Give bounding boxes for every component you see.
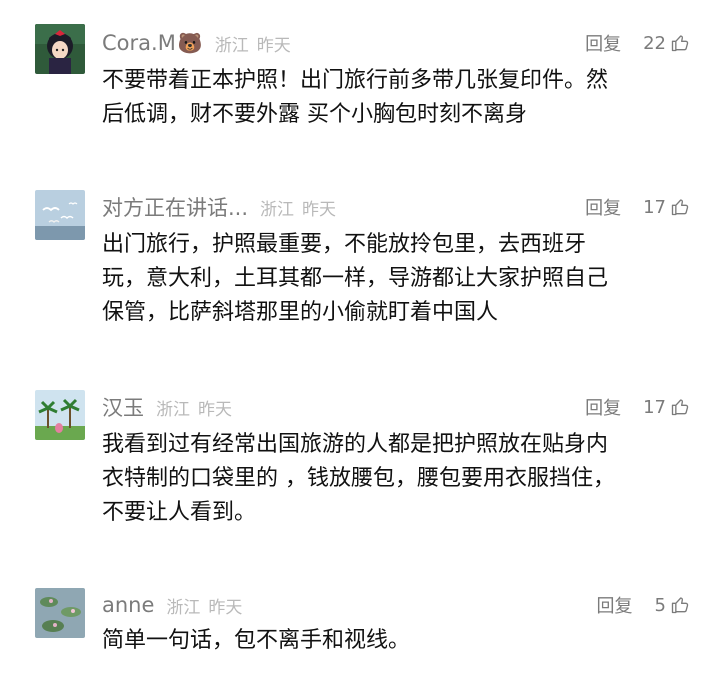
comment-line: 保管，比萨斜塔那里的小偷就盯着中国人 [102,300,499,325]
username[interactable]: anne [102,593,154,617]
comment-header: 汉玉 浙江 昨天 回复 17 [102,392,690,422]
reply-button[interactable]: 回复 [585,30,621,56]
comment-header: Cora.M 🐻 浙江 昨天 回复 22 [102,28,690,58]
timestamp: 昨天 [256,35,291,56]
avatar[interactable] [35,588,85,638]
comment-line: 我看到过有经常出国旅游的人都是把护照放在贴身内 [102,432,609,457]
location: 浙江 [166,597,201,618]
location: 浙江 [156,399,190,420]
comment-actions: 回复 5 [597,590,690,620]
comment-actions: 回复 22 [585,28,690,58]
comment-line: 衣特制的口袋里的 ，钱放腰包，腰包要用衣服挡住， [102,466,615,491]
anime-girl-avatar-icon [35,24,85,74]
like-count: 5 [654,594,666,616]
username[interactable]: 汉玉 [102,392,144,422]
comment-line: 玩，意大利，土耳其都一样，导游都让大家护照自己 [102,266,609,291]
username[interactable]: Cora.M [102,31,176,55]
comment-header: 对方正在讲话... 浙江 昨天 回复 17 [102,192,690,222]
reply-button[interactable]: 回复 [597,592,633,618]
username[interactable]: 对方正在讲话... [102,192,248,222]
timestamp: 昨天 [198,399,232,420]
seagulls-sky-avatar-icon [35,190,85,240]
reply-button[interactable]: 回复 [585,394,621,420]
comment-actions: 回复 17 [585,392,690,422]
reply-button[interactable]: 回复 [585,194,621,220]
comment-body: 我看到过有经常出国旅游的人都是把护照放在贴身内 衣特制的口袋里的 ，钱放腰包，腰… [102,428,702,530]
comment-line: 后低调，财不要外露 买个小胸包时刻不离身 [102,102,527,127]
thumbs-up-icon[interactable] [670,33,690,53]
thumbs-up-icon[interactable] [670,197,690,217]
comment-body: 不要带着正本护照！出门旅行前多带几张复印件。然 后低调，财不要外露 买个小胸包时… [102,64,702,132]
comment-body: 简单一句话，包不离手和视线。 [102,624,702,658]
comment-line: 不要让人看到。 [102,500,257,525]
comment-body: 出门旅行，护照最重要，不能放拎包里，去西班牙 玩，意大利，土耳其都一样，导游都让… [102,228,702,330]
location: 浙江 [260,199,295,220]
like-count: 17 [643,196,666,218]
timestamp: 昨天 [302,199,337,220]
comment-line: 不要带着正本护照！出门旅行前多带几张复印件。然 [102,68,609,93]
like-count: 17 [643,396,666,418]
timestamp: 昨天 [208,597,243,618]
palm-trees-avatar-icon [35,390,85,440]
thumbs-up-icon[interactable] [670,397,690,417]
avatar[interactable] [35,390,85,440]
thumbs-up-icon[interactable] [670,595,690,615]
avatar[interactable] [35,24,85,74]
water-lilies-avatar-icon [35,588,85,638]
like-count: 22 [643,32,666,54]
location: 浙江 [214,35,249,56]
avatar[interactable] [35,190,85,240]
comment-header: anne 浙江 昨天 回复 5 [102,590,690,620]
comment-line: 简单一句话，包不离手和视线。 [102,628,411,653]
bear-emoji-icon: 🐻 [177,31,203,55]
comment-actions: 回复 17 [585,192,690,222]
comment-line: 出门旅行，护照最重要，不能放拎包里，去西班牙 [102,232,587,257]
